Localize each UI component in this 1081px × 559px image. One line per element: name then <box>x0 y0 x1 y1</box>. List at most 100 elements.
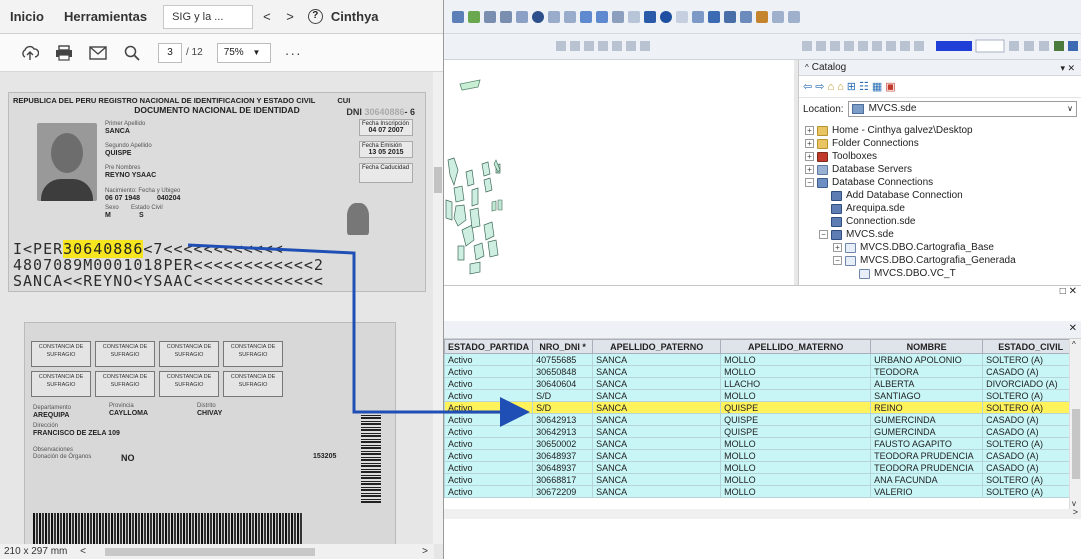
views-icon[interactable]: ☷ <box>859 80 872 93</box>
toolbar-button[interactable] <box>452 10 464 23</box>
table-cell[interactable]: SANCA <box>592 365 722 378</box>
table-cell[interactable]: MOLLO <box>720 461 872 474</box>
expand-toggle[interactable]: − <box>805 178 814 187</box>
more-tools-icon[interactable]: ··· <box>285 45 302 61</box>
table-cell[interactable]: CASADO (A) <box>982 449 1080 462</box>
table-cell[interactable]: 30672209 <box>532 485 594 498</box>
pdf-horizontal-scroll-thumb[interactable] <box>105 548 315 556</box>
back-icon[interactable]: ⇦ <box>803 80 815 93</box>
tree-item[interactable]: MVCS.DBO.VC_T <box>805 267 1081 280</box>
tree-item[interactable]: Arequipa.sde <box>805 202 1081 215</box>
table-cell[interactable]: MOLLO <box>720 485 872 498</box>
upload-cloud-icon[interactable] <box>14 42 46 64</box>
table-cell[interactable]: MOLLO <box>720 353 872 366</box>
table-cell[interactable]: SOLTERO (A) <box>982 401 1080 414</box>
zoom-select[interactable]: 75% ▼ <box>216 42 271 63</box>
table-cell[interactable]: CASADO (A) <box>982 425 1080 438</box>
table-cell[interactable]: 30640604 <box>532 377 594 390</box>
table-row[interactable]: Activo 30642913 SANCA QUISPE GUMERCINDA CASAD… <box>443 413 1080 426</box>
identify-icon[interactable] <box>660 10 672 23</box>
table-cell[interactable]: Activo <box>443 353 534 366</box>
table-cell[interactable]: SANCA <box>592 485 722 498</box>
toolbar-button[interactable] <box>692 10 704 23</box>
table-cell[interactable]: MOLLO <box>720 437 872 450</box>
home-icon[interactable]: ⌂ <box>837 81 847 93</box>
table-cell[interactable]: MOLLO <box>720 449 872 462</box>
hscroll-right-arrow[interactable]: > <box>422 544 428 559</box>
toolbar-button[interactable] <box>468 10 480 23</box>
table-row[interactable]: Activo S/D SANCA MOLLO SANTIAGO SOLTERO (A) <box>443 389 1080 402</box>
table-cell[interactable]: SANTIAGO <box>870 389 984 402</box>
table-cell[interactable]: Activo <box>443 449 534 462</box>
table-row[interactable]: Activo 40755685 SANCA MOLLO URBANO APOLONIO S… <box>443 353 1080 366</box>
expand-toggle[interactable]: − <box>833 256 842 265</box>
map-view[interactable] <box>444 60 794 285</box>
table-cell[interactable]: SOLTERO (A) <box>982 389 1080 402</box>
table-cell[interactable]: TEODORA PRUDENCIA <box>870 449 984 462</box>
tree-item[interactable]: − MVCS.DBO.Cartografia_Generada <box>805 254 1081 267</box>
table-cell[interactable]: CASADO (A) <box>982 461 1080 474</box>
column-header[interactable]: NRO_DNI * <box>532 339 594 354</box>
toolbar-button[interactable] <box>628 10 640 23</box>
document-tab[interactable]: SIG y la ... <box>163 4 254 29</box>
user-name[interactable]: Cinthya <box>331 9 379 24</box>
table-cell[interactable]: Activo <box>443 437 534 450</box>
zoom-out-icon[interactable] <box>500 10 512 23</box>
table-cell[interactable]: ALBERTA <box>870 377 984 390</box>
toolbar-button[interactable] <box>756 10 768 23</box>
table-cell[interactable]: TEODORA <box>870 365 984 378</box>
expand-toggle[interactable]: + <box>805 126 814 135</box>
table-cell[interactable]: GUMERCINDA <box>870 413 984 426</box>
table-cell[interactable]: 30668817 <box>532 473 594 486</box>
table-cell[interactable]: SANCA <box>592 437 722 450</box>
table-cell[interactable]: 30650848 <box>532 365 594 378</box>
table-cell[interactable]: TEODORA PRUDENCIA <box>870 461 984 474</box>
toolbar-button[interactable] <box>676 10 688 23</box>
tree-item[interactable]: Connection.sde <box>805 215 1081 228</box>
pan-icon[interactable] <box>516 10 528 23</box>
expand-toggle[interactable]: + <box>833 243 842 252</box>
table-cell[interactable]: Activo <box>443 461 534 474</box>
expand-toggle[interactable]: + <box>805 165 814 174</box>
table-row[interactable]: Activo 30668817 SANCA MOLLO ANA FACUNDA SOLTE… <box>443 473 1080 486</box>
table-cell[interactable]: SOLTERO (A) <box>982 473 1080 486</box>
location-input[interactable]: MVCS.sde ∨ <box>847 101 1077 117</box>
table-cell[interactable]: SOLTERO (A) <box>982 485 1080 498</box>
table-row[interactable]: Activo 30650848 SANCA MOLLO TEODORA CASADO (A… <box>443 365 1080 378</box>
table-cell[interactable]: URBANO APOLONIO <box>870 353 984 366</box>
table-cell[interactable]: Activo <box>443 401 534 414</box>
mail-icon[interactable] <box>82 42 114 64</box>
catalog-pin-close[interactable]: ▾ ✕ <box>1060 60 1075 76</box>
expand-toggle[interactable]: + <box>805 152 814 161</box>
tree-item[interactable]: − Database Connections <box>805 176 1081 189</box>
table-cell[interactable]: DIVORCIADO (A) <box>982 377 1080 390</box>
table-cell[interactable]: SOLTERO (A) <box>982 353 1080 366</box>
zoom-in-icon[interactable] <box>484 10 496 23</box>
tree-item[interactable]: Add Database Connection <box>805 189 1081 202</box>
table-row[interactable]: Activo 30648937 SANCA MOLLO TEODORA PRUDENCI… <box>443 449 1080 462</box>
toolbar-button[interactable] <box>740 10 752 23</box>
table-cell[interactable]: SANCA <box>592 425 722 438</box>
tree-item[interactable]: + MVCS.DBO.Cartografia_Base <box>805 241 1081 254</box>
table-cell[interactable]: VALERIO <box>870 485 984 498</box>
up-folder-icon[interactable]: ⌂ <box>827 81 837 93</box>
tree-item[interactable]: + Home - Cinthya galvez\Desktop <box>805 124 1081 137</box>
table-cell[interactable]: QUISPE <box>720 413 872 426</box>
table-cell[interactable]: CASADO (A) <box>982 413 1080 426</box>
table-cell[interactable]: Activo <box>443 413 534 426</box>
column-header[interactable]: NOMBRE <box>870 339 984 354</box>
toolbar-button[interactable] <box>548 10 560 23</box>
select-arrow-icon[interactable] <box>644 10 656 23</box>
pdf-vertical-scrollbar[interactable] <box>433 72 443 544</box>
table-cell[interactable]: SANCA <box>592 401 722 414</box>
options-icon[interactable]: ▦ <box>872 80 885 93</box>
hscroll-left-arrow[interactable]: < <box>80 546 86 557</box>
table-cell[interactable]: 30642913 <box>532 413 594 426</box>
search-icon[interactable] <box>116 42 148 64</box>
print-icon[interactable] <box>48 42 80 64</box>
table-cell[interactable]: Activo <box>443 425 534 438</box>
forward-icon[interactable]: ⇨ <box>815 80 827 93</box>
table-row[interactable]: Activo 30640604 SANCA LLACHO ALBERTA DIVORCIA… <box>443 377 1080 390</box>
table-cell[interactable]: CASADO (A) <box>982 365 1080 378</box>
table-row[interactable]: Activo 30648937 SANCA MOLLO TEODORA PRUDENCI… <box>443 461 1080 474</box>
